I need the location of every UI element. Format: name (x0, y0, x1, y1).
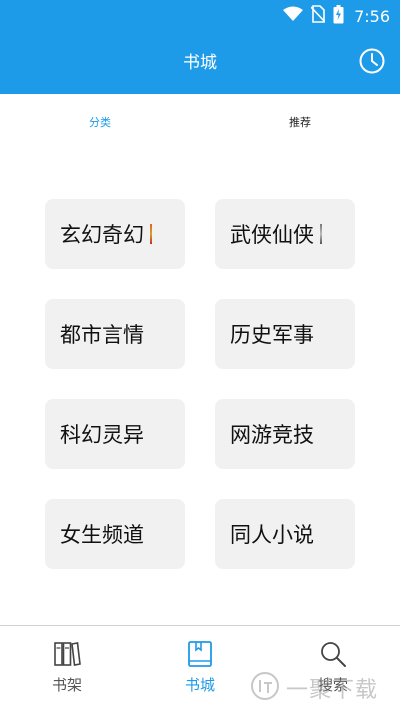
status-bar: 7:56 (0, 0, 400, 32)
wifi-icon (283, 6, 304, 26)
category-label: 网游竞技 (230, 423, 314, 447)
category-nvsheng[interactable]: 女生频道 (45, 499, 185, 569)
tab-bar: 分类 推荐 (0, 94, 400, 150)
watermark: 一聚下载 (250, 668, 400, 708)
category-tongren[interactable]: 同人小说 (215, 499, 355, 569)
category-marker (320, 224, 322, 244)
history-button[interactable] (358, 48, 386, 78)
category-wuxia[interactable]: 武侠仙侠 (215, 199, 355, 269)
search-icon (293, 640, 373, 668)
category-label: 同人小说 (230, 523, 314, 547)
category-wangyou[interactable]: 网游竞技 (215, 399, 355, 469)
category-label: 都市言情 (60, 323, 144, 347)
category-label: 玄幻奇幻 (60, 223, 144, 247)
nav-label: 书城 (184, 676, 215, 694)
page-title: 书城 (183, 53, 217, 73)
status-time: 7:56 (354, 6, 390, 26)
category-marker (150, 224, 152, 244)
nav-bookstore[interactable]: 书城 (160, 640, 240, 695)
bookshelf-icon (27, 640, 107, 668)
tab-category[interactable]: 分类 (89, 114, 111, 130)
category-kehuan[interactable]: 科幻灵异 (45, 399, 185, 469)
tab-recommend[interactable]: 推荐 (289, 114, 311, 130)
nav-bookshelf[interactable]: 书架 (27, 640, 107, 695)
status-icons: 7:56 (283, 4, 390, 28)
top-app-bar: 7:56 书城 (0, 0, 400, 94)
category-label: 历史军事 (230, 323, 314, 347)
clock-icon (359, 48, 385, 78)
category-lishi[interactable]: 历史军事 (215, 299, 355, 369)
category-xuanhuan[interactable]: 玄幻奇幻 (45, 199, 185, 269)
watermark-text: 一聚下载 (286, 678, 379, 703)
category-label: 科幻灵异 (60, 423, 144, 447)
nav-label: 书架 (51, 676, 82, 694)
category-label: 女生频道 (60, 523, 144, 547)
category-dushi[interactable]: 都市言情 (45, 299, 185, 369)
watermark-logo-icon (250, 671, 280, 705)
bookstore-icon (160, 640, 240, 668)
category-label: 武侠仙侠 (230, 223, 314, 247)
battery-charging-icon (333, 4, 344, 28)
no-sim-icon (310, 5, 326, 27)
